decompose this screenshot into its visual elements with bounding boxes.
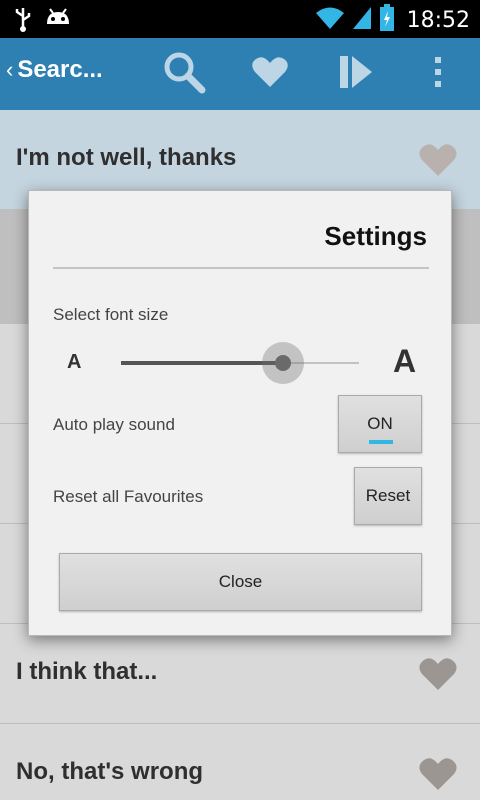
clock: 18:52 [406, 8, 470, 33]
search-button[interactable] [160, 52, 208, 96]
usb-icon [12, 6, 34, 37]
favourites-button[interactable] [246, 52, 294, 96]
toggle-state: ON [367, 414, 393, 433]
slider-thumb[interactable] [261, 342, 304, 384]
auto-play-toggle[interactable]: ON [338, 395, 422, 453]
font-small-indicator: A [67, 351, 82, 373]
android-debug-icon [44, 6, 72, 37]
heart-icon [251, 55, 289, 94]
slider-fill [121, 361, 283, 365]
play-icon [336, 53, 376, 96]
reset-favourites-label: Reset all Favourites [53, 487, 204, 506]
overflow-menu-icon [433, 55, 443, 94]
font-big-indicator: A [393, 343, 417, 379]
wifi-icon [315, 5, 345, 36]
font-size-slider[interactable] [121, 342, 359, 384]
dialog-title: Settings [324, 221, 427, 251]
chevron-left-icon: ‹ [6, 57, 14, 82]
signal-icon [351, 5, 373, 36]
search-icon [162, 50, 206, 99]
status-bar: 18:52 [0, 0, 480, 38]
back-button[interactable]: ‹ Searc... [6, 56, 103, 84]
close-button[interactable]: Close [59, 553, 422, 611]
action-bar-title: Searc... [17, 56, 103, 83]
settings-dialog: Settings Select font size A A Auto play … [28, 190, 452, 636]
overflow-menu-button[interactable] [414, 52, 462, 96]
reset-button[interactable]: Reset [354, 467, 422, 525]
battery-charging-icon [379, 4, 395, 37]
action-bar: ‹ Searc... [0, 38, 480, 110]
divider [53, 267, 429, 269]
font-size-label: Select font size [53, 305, 169, 324]
auto-play-label: Auto play sound [53, 415, 175, 434]
toggle-indicator [369, 440, 393, 444]
play-button[interactable] [332, 52, 380, 96]
